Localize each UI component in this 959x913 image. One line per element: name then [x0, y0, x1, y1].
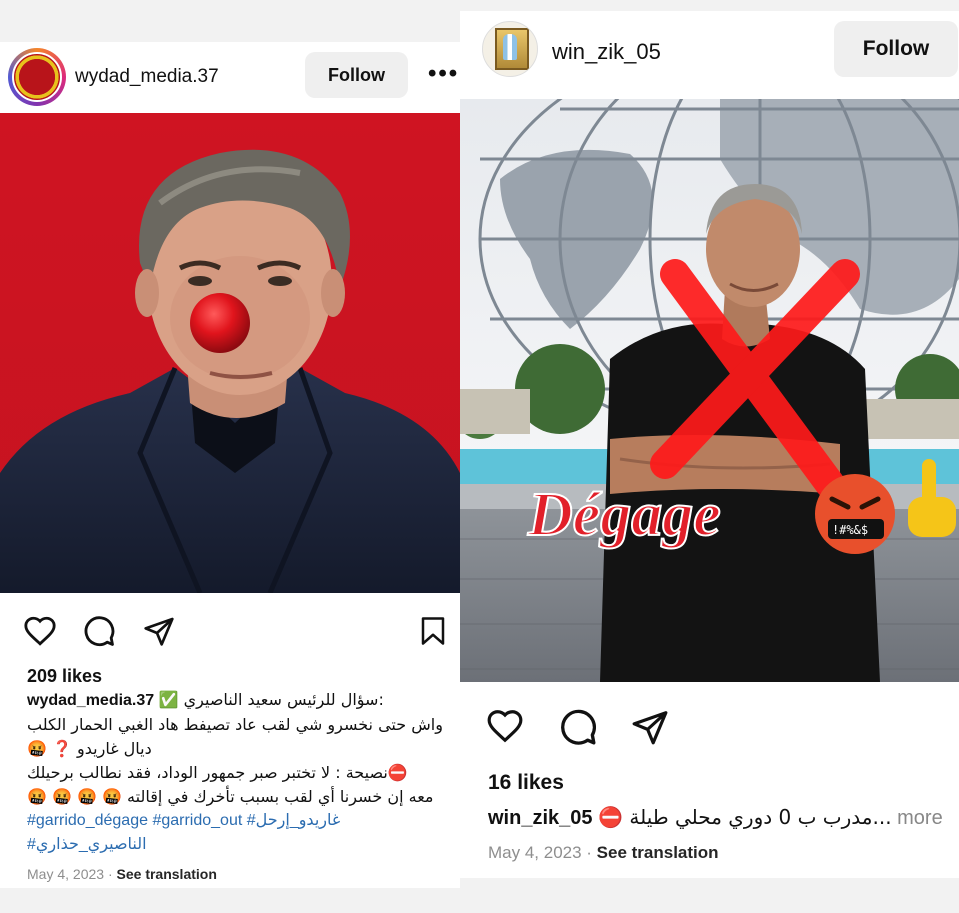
caption-username[interactable]: wydad_media.37 [27, 692, 154, 709]
caption-line: ديال غاريدو ❓ 🤬 [27, 739, 152, 758]
rage-emoji-icon: !#%&$ [815, 474, 895, 554]
share-icon[interactable] [630, 708, 670, 746]
comment-icon[interactable] [558, 707, 598, 747]
post-date: May 4, 2023 [488, 843, 582, 862]
follow-button[interactable]: Follow [305, 52, 408, 98]
see-translation-link[interactable]: See translation [597, 843, 719, 862]
follow-button[interactable]: Follow [834, 21, 958, 77]
post-image [0, 113, 460, 593]
avatar[interactable] [8, 48, 66, 106]
post-header: win_zik_05 Follow [460, 11, 959, 93]
action-bar [460, 707, 959, 747]
comment-icon[interactable] [82, 614, 116, 648]
username[interactable]: wydad_media.37 [75, 66, 219, 88]
post-left: wydad_media.37 Follow ••• 209 likes wyda… [0, 42, 460, 888]
avatar[interactable] [482, 21, 538, 77]
separator: · [104, 866, 117, 882]
hashtag-line[interactable]: #الناصيري_حذاري [27, 833, 452, 857]
caption-line: ⛔نصيحة : لا تختبر صبر جمهور الوداد، فقد … [27, 763, 408, 782]
post-right: win_zik_05 Follow Dégage !#%&$ 16 likes … [460, 11, 959, 878]
caption-line: wydad_media.37 ✅ سؤال للرئيس سعيد الناصي… [27, 688, 452, 713]
caption: win_zik_05 ⛔ مدرب ب 0 دوري محلي طيلة... … [488, 805, 943, 830]
rage-face-text: !#%&$ [832, 523, 868, 537]
heart-icon[interactable] [484, 707, 526, 745]
bookmark-icon[interactable] [418, 614, 448, 648]
separator: · [581, 843, 597, 862]
post-date-row: May 4, 2023 · See translation [27, 866, 217, 882]
caption-text: ⛔ مدرب ب 0 دوري محلي طيلة... [598, 805, 892, 829]
post-date: May 4, 2023 [27, 866, 105, 882]
caption: wydad_media.37 ✅ سؤال للرئيس سعيد الناصي… [27, 688, 452, 857]
caption-username[interactable]: win_zik_05 [488, 807, 593, 829]
action-bar [0, 614, 460, 650]
heart-icon[interactable] [22, 614, 58, 648]
caption-text: ✅ سؤال للرئيس سعيد الناصيري: [158, 690, 384, 709]
caption-line: واش حتى نخسرو شي لقب عاد تصيفط هاد الغبي… [27, 715, 443, 734]
hashtag-line[interactable]: #garrido_dégage #garrido_out #غاريدو_إرح… [27, 809, 452, 833]
likes-count[interactable]: 209 likes [27, 666, 102, 687]
caption-line: معه إن خسرنا أي لقب بسبب تأخرك في إقالته… [27, 787, 434, 806]
post-image: Dégage !#%&$ [460, 99, 959, 682]
likes-count[interactable]: 16 likes [488, 771, 564, 795]
more-link[interactable]: more [892, 807, 943, 829]
username[interactable]: win_zik_05 [552, 39, 661, 65]
more-icon[interactable]: ••• [428, 62, 459, 86]
post-date-row: May 4, 2023 · See translation [488, 843, 719, 863]
overlay-text: Dégage [527, 481, 721, 549]
see-translation-link[interactable]: See translation [117, 866, 217, 882]
post-header: wydad_media.37 Follow ••• [0, 42, 460, 112]
share-icon[interactable] [142, 615, 176, 647]
